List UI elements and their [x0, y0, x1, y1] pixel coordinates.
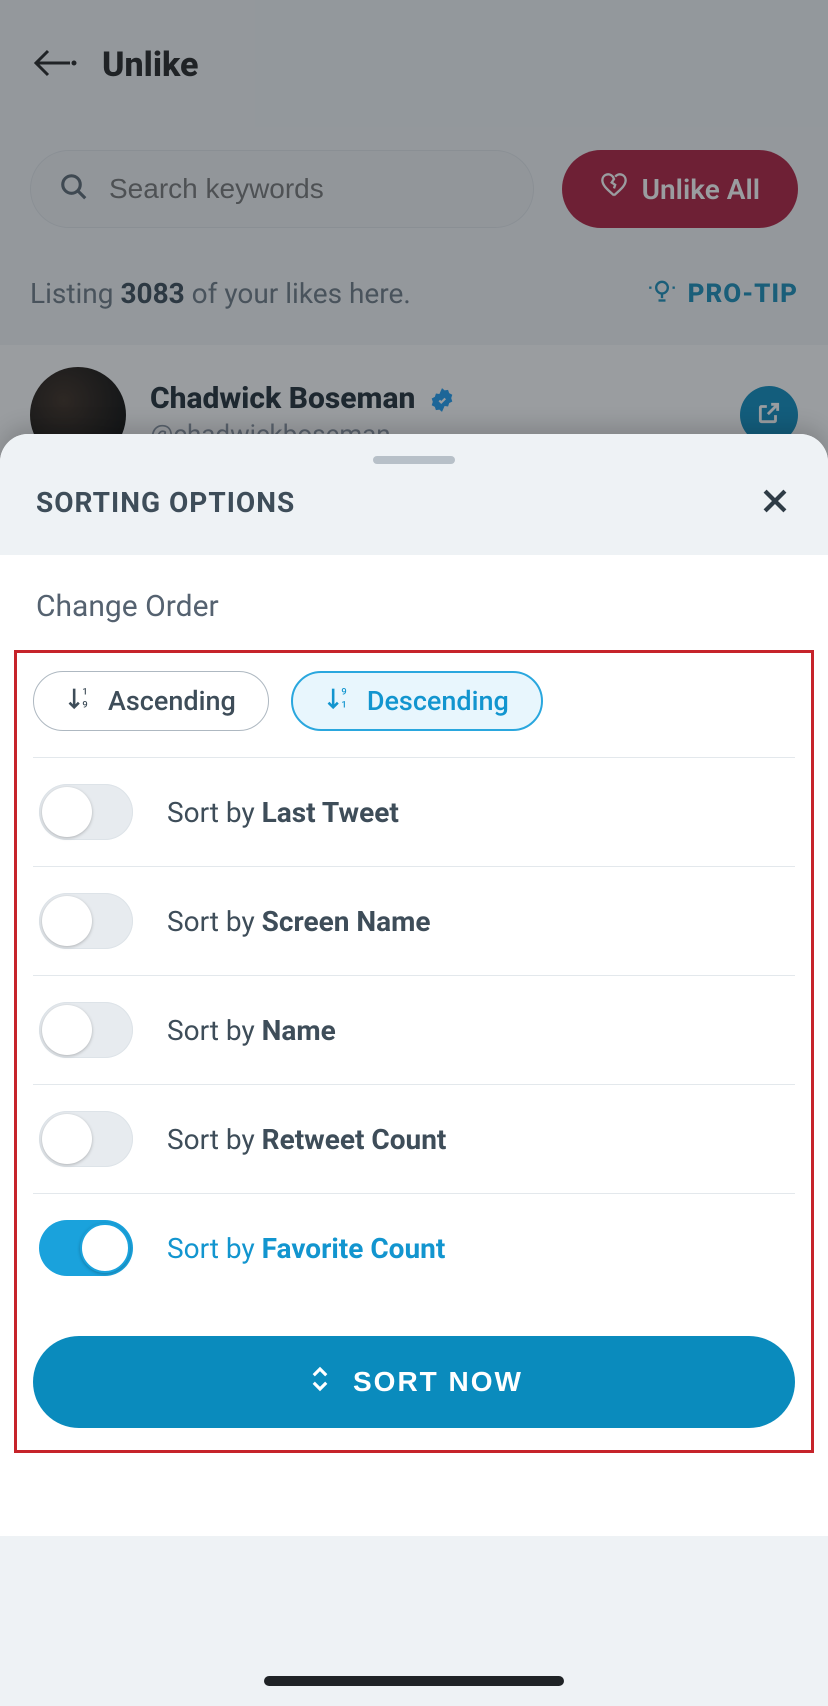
sort-toggle[interactable]: [39, 1220, 133, 1276]
svg-text:9: 9: [82, 699, 87, 710]
sheet-header: SORTING OPTIONS: [0, 434, 828, 555]
toggle-knob: [42, 787, 92, 837]
sort-label-prefix: Sort by: [167, 1014, 262, 1047]
descending-label: Descending: [367, 685, 509, 717]
sort-label-prefix: Sort by: [167, 796, 262, 829]
sort-toggle[interactable]: [39, 1002, 133, 1058]
svg-text:9: 9: [341, 686, 346, 697]
close-icon: [758, 506, 792, 521]
sort-row: Sort by Last Tweet: [33, 758, 795, 867]
sort-label: Sort by Retweet Count: [167, 1123, 446, 1156]
ascending-label: Ascending: [108, 685, 236, 717]
bottom-strip: [0, 1536, 828, 1706]
ascending-chip[interactable]: 19 Ascending: [33, 671, 269, 731]
sort-label-field: Screen Name: [262, 905, 431, 938]
sort-icon: [305, 1364, 335, 1401]
sort-now-label: SORT NOW: [353, 1366, 523, 1398]
sort-label-field: Name: [262, 1014, 336, 1047]
sort-label-prefix: Sort by: [167, 905, 262, 938]
sheet-body: Change Order 19 Ascending 91 Descending: [0, 555, 828, 1706]
sort-toggle[interactable]: [39, 1111, 133, 1167]
svg-text:1: 1: [341, 699, 346, 710]
sort-label: Sort by Screen Name: [167, 905, 430, 938]
toggle-knob: [80, 1223, 130, 1273]
sort-label-field: Last Tweet: [262, 796, 399, 829]
sort-now-button[interactable]: SORT NOW: [33, 1336, 795, 1428]
toggle-knob: [42, 896, 92, 946]
sort-controls-highlight: 19 Ascending 91 Descending Sort by Last …: [14, 650, 814, 1453]
sort-label: Sort by Name: [167, 1014, 336, 1047]
sheet-grip-handle[interactable]: [373, 456, 455, 464]
sort-asc-icon: 19: [66, 684, 94, 719]
sort-row: Sort by Favorite Count: [33, 1194, 795, 1302]
sort-desc-icon: 91: [325, 684, 353, 719]
order-direction-chips: 19 Ascending 91 Descending: [33, 671, 795, 731]
sort-row: Sort by Retweet Count: [33, 1085, 795, 1194]
descending-chip[interactable]: 91 Descending: [291, 671, 543, 731]
sort-label: Sort by Favorite Count: [167, 1232, 445, 1265]
sort-label-field: Favorite Count: [262, 1232, 446, 1265]
sheet-title: SORTING OPTIONS: [36, 486, 295, 519]
sort-label-field: Retweet Count: [262, 1123, 447, 1156]
sort-label-prefix: Sort by: [167, 1123, 262, 1156]
change-order-label: Change Order: [0, 589, 828, 650]
toggle-knob: [42, 1114, 92, 1164]
sort-row: Sort by Name: [33, 976, 795, 1085]
sort-label-prefix: Sort by: [167, 1232, 262, 1265]
home-indicator[interactable]: [264, 1676, 564, 1686]
sort-toggle[interactable]: [39, 893, 133, 949]
close-button[interactable]: [758, 484, 792, 521]
toggle-knob: [42, 1005, 92, 1055]
sort-rows: Sort by Last TweetSort by Screen NameSor…: [33, 758, 795, 1302]
sort-row: Sort by Screen Name: [33, 867, 795, 976]
sort-label: Sort by Last Tweet: [167, 796, 399, 829]
sort-toggle[interactable]: [39, 784, 133, 840]
svg-text:1: 1: [82, 686, 87, 697]
sorting-sheet: SORTING OPTIONS Change Order 19 Ascendin…: [0, 434, 828, 1706]
